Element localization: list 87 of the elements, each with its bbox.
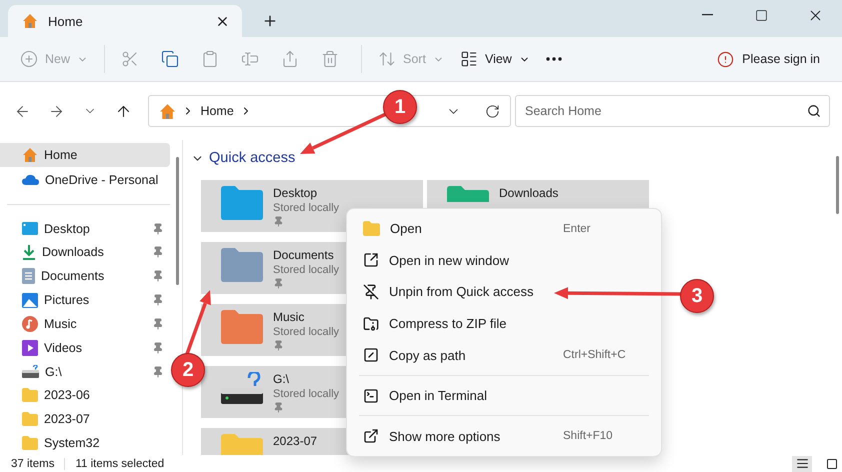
trash-icon: [321, 50, 340, 68]
scrollbar[interactable]: [176, 157, 179, 285]
desktop-icon: [22, 222, 38, 236]
folder-status: Stored locally: [273, 388, 340, 400]
plus-icon: [262, 13, 278, 29]
list-icon: [796, 457, 808, 470]
maximize-icon: [754, 8, 768, 22]
unpin-icon: [363, 284, 379, 300]
more-options-icon: [363, 428, 379, 444]
sidebar-item[interactable]: G:\: [0, 360, 170, 384]
rename-icon: [241, 50, 260, 68]
folder-name: Desktop: [273, 186, 318, 200]
item-count: 37 items: [11, 458, 54, 470]
step-badge: 2: [171, 353, 205, 387]
path-icon: [363, 347, 379, 364]
folder-icon: [22, 436, 38, 450]
refresh-icon: [484, 104, 500, 118]
home-tab[interactable]: Home: [8, 5, 242, 37]
document-icon: [22, 268, 35, 284]
folder-icon: [22, 412, 38, 426]
step-badge: 3: [680, 279, 714, 313]
tile-icon: [826, 458, 838, 470]
home-icon: [159, 102, 176, 120]
breadcrumb[interactable]: Home: [200, 104, 234, 118]
video-icon: [22, 340, 38, 356]
selection-count: 11 items selected: [75, 458, 164, 470]
zip-folder-icon: [363, 316, 379, 332]
section-header[interactable]: Quick access: [191, 150, 296, 166]
sidebar-item[interactable]: 2023-07: [0, 407, 170, 432]
terminal-icon: [363, 388, 379, 404]
plus-circle-icon: [20, 50, 38, 68]
folder-icon: [221, 310, 263, 344]
view-list-icon: [460, 50, 478, 68]
folder-icon: [221, 248, 263, 282]
copy-icon: [161, 50, 180, 68]
search-field[interactable]: Search Home: [515, 95, 830, 127]
sidebar-item[interactable]: System32: [0, 431, 170, 455]
folder-icon: [22, 388, 38, 402]
refresh-button[interactable]: [484, 104, 500, 118]
folder-icon: [363, 221, 380, 236]
folder-name: Music: [273, 310, 306, 324]
music-icon: [22, 316, 38, 332]
tab-title: Home: [48, 14, 84, 28]
view-button[interactable]: View: [452, 42, 538, 76]
step-badge: 1: [383, 90, 417, 124]
sidebar-item[interactable]: Home: [0, 143, 170, 167]
shortcut-text: Ctrl+Shift+C: [563, 349, 627, 362]
share-icon: [281, 50, 300, 68]
folder-name: G:\: [273, 372, 290, 386]
folder-status: Stored locally: [273, 202, 340, 214]
details-view-button[interactable]: [792, 456, 812, 472]
alert-icon: [717, 50, 734, 68]
sidebar-item[interactable]: Music: [0, 312, 170, 336]
folder-icon: [447, 186, 489, 202]
shortcut-text: Enter: [563, 222, 592, 235]
menu-item[interactable]: Show more options Shift+F10: [351, 420, 657, 452]
shortcut-text: Shift+F10: [563, 430, 614, 442]
folder-name: Downloads: [499, 186, 558, 200]
drive-icon: [221, 372, 263, 406]
folder-status: Stored locally: [273, 264, 340, 276]
sidebar-item[interactable]: 2023-06: [0, 383, 170, 408]
sidebar-item[interactable]: Desktop: [0, 216, 170, 240]
home-icon: [22, 146, 38, 163]
sidebar-item[interactable]: Downloads: [0, 240, 170, 264]
scissors-icon: [121, 50, 140, 68]
sidebar-item[interactable]: OneDrive - Personal: [0, 168, 170, 192]
folder-status: Stored locally: [273, 326, 340, 338]
folder-name: Documents: [273, 248, 335, 262]
clipboard-icon: [201, 50, 220, 68]
new-window-icon: [363, 252, 379, 268]
minimize-icon: [702, 14, 712, 16]
sidebar-item[interactable]: Pictures: [0, 288, 170, 312]
more-icon: [546, 57, 562, 61]
cloud-icon: [22, 174, 39, 186]
sort-icon: [378, 50, 396, 68]
annotation-arrow: [185, 290, 211, 355]
folder-name: 2023-07: [273, 434, 318, 448]
scrollbar[interactable]: [836, 156, 839, 214]
drive-icon: [22, 364, 39, 379]
picture-icon: [22, 292, 38, 308]
download-icon: [22, 244, 36, 260]
folder-icon: [221, 186, 263, 220]
sidebar-item[interactable]: Documents: [0, 264, 170, 288]
search-icon: [807, 104, 821, 118]
sign-in-button[interactable]: Please sign in: [711, 50, 826, 68]
home-icon: [22, 13, 38, 29]
sidebar-item[interactable]: Videos: [0, 336, 170, 360]
